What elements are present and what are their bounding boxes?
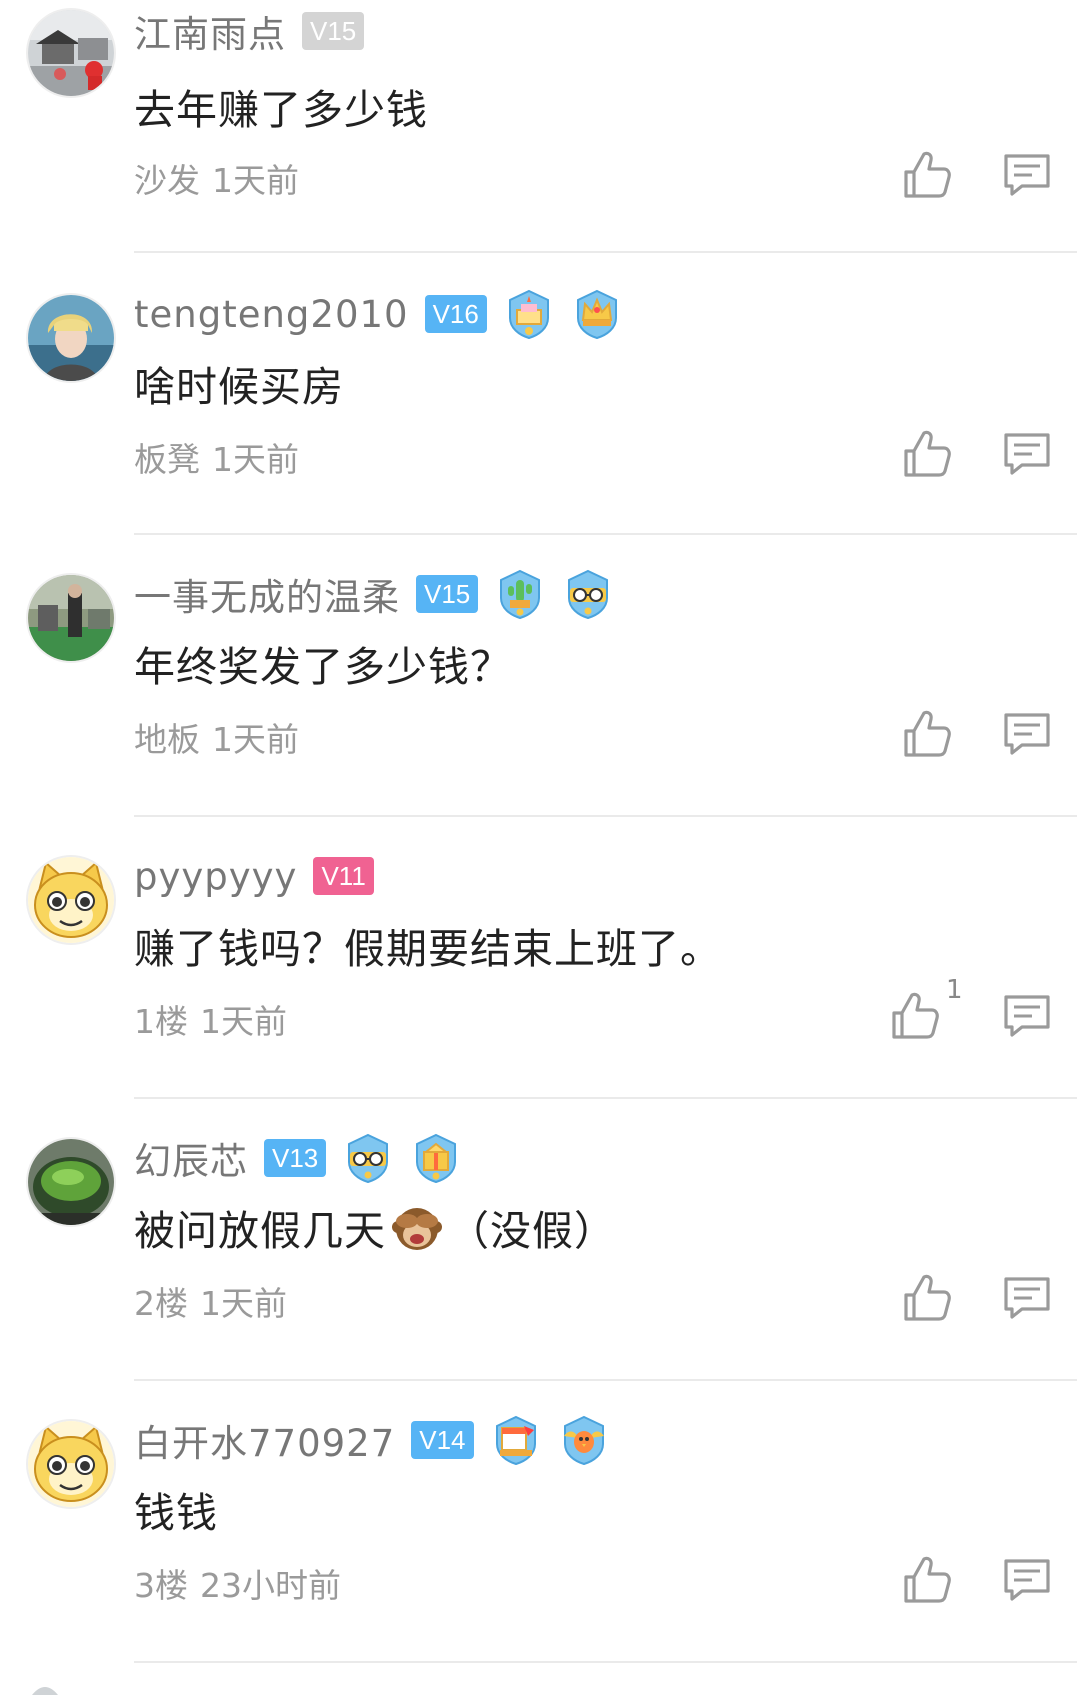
avatar[interactable] [28,575,114,661]
calendar-medal-icon[interactable] [490,1414,542,1466]
timestamp: 1天前 [212,440,299,479]
comment-bubble-icon [1004,995,1050,1037]
reply-button[interactable] [1000,427,1054,481]
user-row: 白开水770927 V14 [134,1413,610,1467]
glasses-medal-icon[interactable] [562,568,614,620]
floor-label: 1楼 [134,1002,188,1041]
comment-meta: 板凳 1天前 [134,433,299,481]
comment-meta: 3楼 23小时前 [134,1559,341,1607]
timestamp: 23小时前 [200,1566,341,1605]
thumbs-up-icon [904,1556,951,1603]
outdoor-event-avatar [28,575,114,661]
comment-text: 去年赚了多少钱 [134,86,428,134]
floor-label: 沙发 [134,161,200,200]
user-row: tengteng2010 V16 [134,288,623,340]
user-row: 幻辰芯 V13 [134,1131,462,1185]
comment-text: 啥时候买房 [134,363,344,411]
comment-meta: 沙发 1天前 [134,154,299,202]
avatar[interactable] [28,295,114,381]
comment-item: 一事无成的温柔 V15 年终奖发了多少钱？ 地板 1天前 [0,535,1077,817]
avatar[interactable] [28,1421,114,1507]
timestamp: 1天前 [212,720,299,759]
comment-bubble-icon [1004,433,1050,475]
avatar[interactable] [28,10,114,96]
avatar[interactable] [28,857,114,943]
reply-button[interactable] [1000,148,1054,202]
level-badge: V11 [313,857,374,895]
level-badge: V15 [416,575,479,613]
cartoon-cat-avatar [28,857,114,943]
see-no-evil-monkey-emoji-icon [390,1203,444,1253]
avatar[interactable] [28,1139,114,1225]
reply-button[interactable] [1000,989,1054,1043]
gift-medal-icon[interactable] [410,1132,462,1184]
like-count: 1 [946,975,963,1005]
next-comment-avatar-edge [30,1680,60,1695]
comment-meta: 1楼 1天前 [134,995,287,1043]
crown-medal-icon[interactable] [571,288,623,340]
timestamp: 1天前 [200,1002,287,1041]
like-button[interactable] [900,148,954,202]
timestamp: 1天前 [212,161,299,200]
comment-item: pyypyyy V11 赚了钱吗？假期要结束上班了。 1楼 1天前 1 [0,817,1077,1099]
user-row: 一事无成的温柔 V15 [134,567,614,621]
floor-label: 地板 [134,720,200,759]
comment-bubble-icon [1004,1277,1050,1319]
thumbs-up-icon [892,992,939,1039]
like-button[interactable] [900,1271,954,1325]
thumbs-up-icon [904,430,951,477]
username[interactable]: pyypyyy [134,855,297,898]
comment-item: 白开水770927 V14 钱钱 3楼 23小时前 [0,1381,1077,1663]
cake-medal-icon[interactable] [503,288,555,340]
level-badge: V16 [424,295,487,333]
bird-medal-icon[interactable] [558,1414,610,1466]
like-button[interactable] [900,1553,954,1607]
comment-item: 幻辰芯 V13 被问放假几天 （没假） 2楼 1天前 [0,1099,1077,1381]
level-badge: V15 [302,12,365,50]
comment-bubble-icon [1004,154,1050,196]
comment-meta: 地板 1天前 [134,713,299,761]
comment-text-part: （没假） [448,1207,616,1255]
username[interactable]: 一事无成的温柔 [134,567,400,621]
floor-label: 2楼 [134,1284,188,1323]
comment-bubble-icon [1004,1559,1050,1601]
user-row: pyypyyy V11 [134,851,374,901]
comment-text: 赚了钱吗？假期要结束上班了。 [134,925,722,973]
reply-button[interactable] [1000,707,1054,761]
person-portrait-avatar [28,295,114,381]
rainy-street-avatar [28,10,114,96]
comment-text: 年终奖发了多少钱？ [134,643,512,691]
timestamp: 1天前 [200,1284,287,1323]
like-button[interactable] [888,989,942,1043]
thumbs-up-icon [904,151,951,198]
reply-button[interactable] [1000,1271,1054,1325]
level-badge: V13 [264,1139,327,1177]
green-bowl-avatar [28,1139,114,1225]
level-badge: V14 [411,1421,474,1459]
username[interactable]: 幻辰芯 [134,1131,248,1185]
cactus-medal-icon[interactable] [494,568,546,620]
user-row: 江南雨点 V15 [134,4,365,58]
comment-meta: 2楼 1天前 [134,1277,287,1325]
username[interactable]: 江南雨点 [134,4,286,58]
username[interactable]: 白开水770927 [134,1413,395,1467]
cartoon-cat-avatar [28,1421,114,1507]
like-button[interactable] [900,427,954,481]
comment-item: tengteng2010 V16 啥时候买房 板凳 1天前 [0,253,1077,535]
comment-text: 被问放假几天 （没假） [134,1197,616,1257]
floor-label: 板凳 [134,440,200,479]
thumbs-up-icon [904,1274,951,1321]
comment-bubble-icon [1004,713,1050,755]
thumbs-up-icon [904,710,951,757]
username[interactable]: tengteng2010 [134,293,409,336]
divider [134,1661,1077,1663]
floor-label: 3楼 [134,1566,188,1605]
glasses-medal-icon[interactable] [342,1132,394,1184]
comment-item: 江南雨点 V15 去年赚了多少钱 沙发 1天前 [0,0,1077,253]
comment-text: 钱钱 [134,1489,218,1537]
comment-list: 江南雨点 V15 去年赚了多少钱 沙发 1天前 tengteng2010 V16… [0,0,1077,1663]
reply-button[interactable] [1000,1553,1054,1607]
like-button[interactable] [900,707,954,761]
comment-text-part: 被问放假几天 [134,1207,386,1255]
